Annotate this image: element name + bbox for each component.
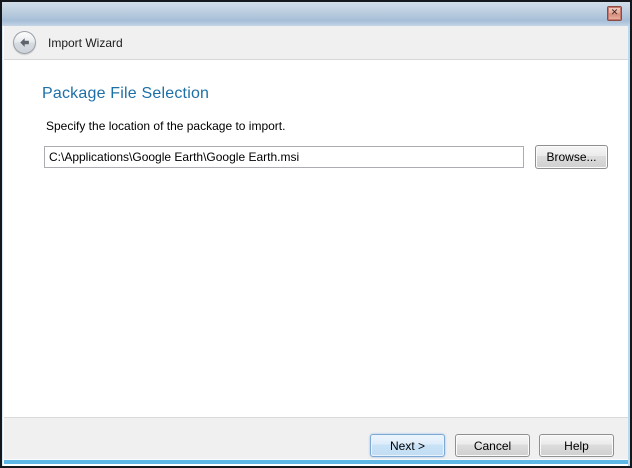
close-icon: ✕ [611,9,619,18]
wizard-header: Import Wizard [4,26,628,60]
close-button[interactable]: ✕ [607,6,622,21]
bottom-accent-strip [4,459,628,464]
wizard-page-content: Package File Selection Specify the locat… [4,61,626,406]
back-arrow-icon [18,36,31,49]
back-button[interactable] [13,31,36,54]
wizard-footer: Next > Cancel Help [4,417,628,459]
page-heading: Package File Selection [42,85,209,103]
help-button[interactable]: Help [539,434,614,457]
wizard-title: Import Wizard [48,36,123,50]
browse-button[interactable]: Browse... [535,145,608,169]
package-path-input[interactable] [44,146,524,168]
cancel-button[interactable]: Cancel [455,434,530,457]
next-button[interactable]: Next > [370,434,445,457]
import-wizard-window: ✕ Import Wizard Package File Selection S… [0,0,632,468]
titlebar: ✕ [2,2,630,26]
instruction-label: Specify the location of the package to i… [46,119,285,133]
